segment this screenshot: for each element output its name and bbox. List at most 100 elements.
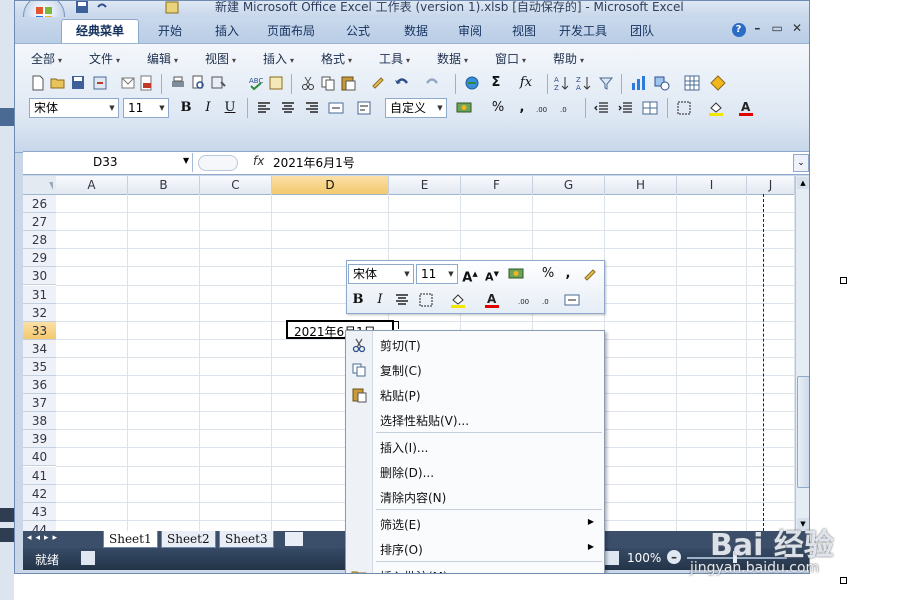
menu-1[interactable]: 文件 ▾ [89, 50, 120, 67]
undo-icon[interactable] [95, 1, 109, 14]
row-header-35[interactable]: 35 [23, 357, 56, 376]
row-header-41[interactable]: 41 [23, 466, 56, 485]
save-icon[interactable] [69, 74, 87, 92]
mini-percent-button[interactable]: % [539, 265, 557, 283]
tab-9[interactable]: 团队 [619, 20, 665, 42]
formula-input[interactable]: 2021年6月1号 [273, 154, 355, 171]
italic-button[interactable]: I [199, 99, 217, 117]
hyperlink-icon[interactable] [463, 74, 481, 92]
thesaurus-icon[interactable] [267, 74, 285, 92]
row-header-28[interactable]: 28 [23, 231, 56, 250]
context-menu-item-8[interactable]: 排序(O) ▶ [346, 537, 602, 562]
increase-indent-icon[interactable] [617, 99, 635, 117]
tab-0[interactable]: 经典菜单 [61, 19, 139, 44]
currency-format-icon[interactable] [455, 99, 473, 117]
font-size-select[interactable]: 11 ▼ [123, 98, 169, 118]
autofill-handle[interactable] [391, 321, 399, 329]
context-menu-item-1[interactable]: 复制(C) [346, 358, 602, 383]
comma-style-icon[interactable]: , [513, 99, 531, 117]
spelling-icon[interactable]: ABC [247, 74, 265, 92]
column-header-d[interactable]: D [272, 176, 389, 194]
row-header-29[interactable]: 29 [23, 249, 56, 268]
mini-bold-button[interactable]: B [349, 291, 367, 309]
sheet-tab-1[interactable]: Sheet1 [103, 531, 158, 548]
wrap-text-icon[interactable] [355, 99, 373, 117]
shrink-font-icon[interactable]: A▼ [483, 265, 501, 284]
row-header-36[interactable]: 36 [23, 376, 56, 394]
zoom-level[interactable]: 100% [627, 551, 661, 565]
close-icon[interactable]: ✕ [789, 21, 805, 35]
context-menu-item-2[interactable]: 粘贴(P) [346, 383, 602, 408]
macro-icon[interactable] [709, 74, 727, 92]
row-header-27[interactable]: 27 [23, 213, 56, 232]
borders-icon[interactable] [675, 99, 693, 117]
paste-icon[interactable] [339, 74, 357, 92]
font-color-icon[interactable]: A [737, 99, 755, 117]
sheet-tab-2[interactable]: Sheet2 [161, 531, 216, 548]
cell-styles-icon[interactable] [641, 99, 659, 117]
insert-sheet-icon[interactable] [285, 532, 303, 546]
help-icon[interactable]: ? [731, 23, 746, 37]
row-header-26[interactable]: 26 [23, 195, 56, 213]
column-header-f[interactable]: F [461, 176, 533, 194]
row-header-44[interactable]: 44 [23, 520, 56, 531]
row-header-30[interactable]: 30 [23, 267, 56, 286]
mini-currency-icon[interactable] [507, 265, 525, 283]
tab-5[interactable]: 数据 [391, 20, 441, 42]
menu-5[interactable]: 格式 ▾ [321, 50, 352, 67]
fill-color-icon[interactable] [707, 99, 725, 117]
row-header-39[interactable]: 39 [23, 430, 56, 449]
gridlines-icon[interactable] [683, 74, 701, 92]
row-header-43[interactable]: 43 [23, 502, 56, 521]
context-menu-item-3[interactable]: 选择性粘贴(V)... [346, 408, 602, 433]
mini-font-color-icon[interactable]: A [483, 291, 501, 309]
mini-italic-button[interactable]: I [371, 291, 389, 309]
column-header-c[interactable]: C [200, 176, 272, 194]
macro-record-icon[interactable] [81, 551, 95, 565]
chevron-down-icon[interactable]: ▼ [183, 156, 189, 165]
row-header-32[interactable]: 32 [23, 303, 56, 322]
print-preview-icon[interactable] [189, 74, 207, 92]
tab-3[interactable]: 页面布局 [255, 20, 327, 42]
row-header-33[interactable]: 33 [23, 321, 56, 340]
menu-9[interactable]: 帮助 ▾ [553, 50, 584, 67]
menu-4[interactable]: 插入 ▾ [263, 50, 294, 67]
sheet-tab-3[interactable]: Sheet3 [219, 531, 274, 548]
context-menu-item-9[interactable]: 插入批注(M) [346, 564, 602, 573]
resize-handle[interactable] [840, 277, 847, 284]
copy-icon[interactable] [319, 74, 337, 92]
page-layout-view-icon[interactable] [605, 551, 619, 565]
row-header-40[interactable]: 40 [23, 448, 56, 467]
mini-format-painter-icon[interactable] [581, 265, 599, 283]
context-menu-item-5[interactable]: 删除(D)... [346, 460, 602, 485]
mini-font-name-select[interactable]: 宋体 ▼ [348, 264, 414, 284]
insert-function-icon[interactable]: fx [517, 74, 535, 92]
percent-style-icon[interactable]: % [489, 99, 507, 117]
number-format-select[interactable]: 自定义 ▼ [385, 98, 447, 118]
row-header-42[interactable]: 42 [23, 484, 56, 503]
redo-icon[interactable] [423, 74, 441, 92]
context-menu-item-4[interactable]: 插入(I)... [346, 435, 602, 460]
permission-icon[interactable] [91, 74, 109, 92]
scroll-up-icon[interactable]: ▲ [797, 177, 809, 189]
align-right-icon[interactable] [303, 99, 321, 117]
merge-center-icon[interactable] [327, 99, 345, 117]
select-all-corner[interactable] [23, 176, 56, 194]
menu-7[interactable]: 数据 ▾ [437, 50, 468, 67]
bold-button[interactable]: B [177, 99, 195, 117]
mini-fill-color-icon[interactable] [449, 291, 467, 309]
vertical-scrollbar[interactable]: ▲ ▼ [795, 176, 809, 531]
tab-4[interactable]: 公式 [331, 20, 385, 42]
tab-2[interactable]: 插入 [201, 20, 253, 42]
column-header-i[interactable]: I [677, 176, 747, 194]
autosum-icon[interactable]: Σ [487, 74, 505, 92]
decrease-decimal-icon[interactable]: .0 [559, 99, 577, 117]
save-icon[interactable] [75, 1, 89, 14]
print-icon[interactable] [169, 74, 187, 92]
align-left-icon[interactable] [255, 99, 273, 117]
format-painter-icon[interactable] [369, 74, 387, 92]
column-header-a[interactable]: A [56, 176, 128, 194]
mini-comma-button[interactable]: , [559, 265, 577, 283]
mini-center-icon[interactable] [393, 291, 411, 309]
row-header-37[interactable]: 37 [23, 394, 56, 413]
